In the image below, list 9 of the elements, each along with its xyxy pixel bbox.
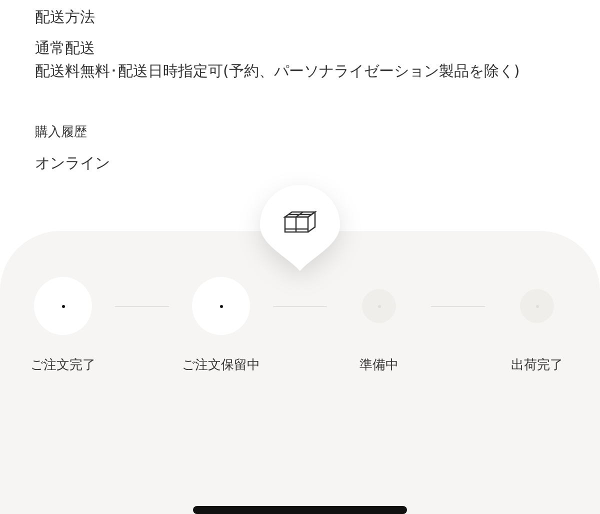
shipping-note: 配送料無料･配送日時指定可(予約、パーソナライゼーション製品を除く) [35,61,521,82]
shipping-method: 通常配送 [35,38,96,58]
section-heading: 配送方法 [35,7,96,27]
purchase-channel: オンライン [35,153,111,173]
step-label: ご注文完了 [30,357,96,374]
section-heading: 購入履歴 [35,124,88,142]
step-label: ご注文保留中 [182,357,260,374]
step-label: 準備中 [360,357,398,374]
step-label: 出荷完了 [511,357,563,374]
